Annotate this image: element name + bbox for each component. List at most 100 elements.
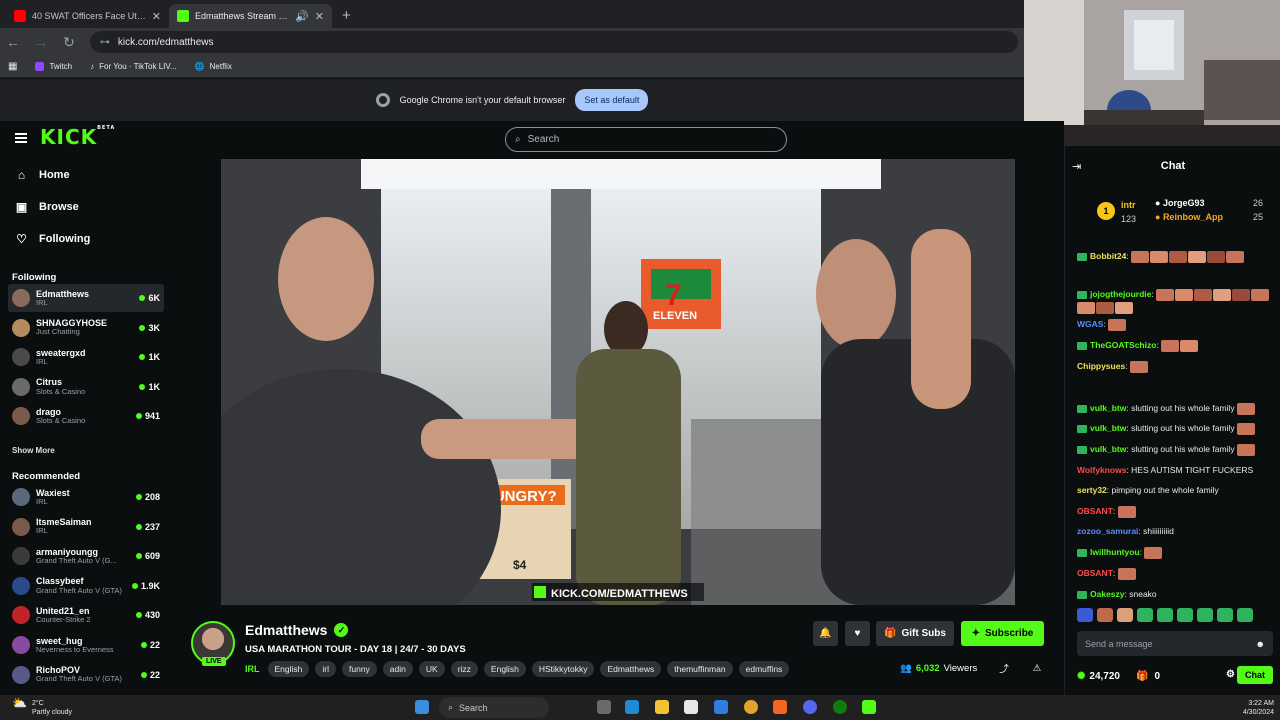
browser-tab-kick[interactable]: Edmatthews Stream - Watch 🔊 ✕ <box>169 4 332 28</box>
gift-subs-button[interactable]: 🎁 Gift Subs <box>876 621 954 646</box>
chrome-icon[interactable] <box>744 700 758 714</box>
stream-tag[interactable]: HStikkytokky <box>531 661 595 677</box>
channel-item[interactable]: United21_en Counter-Strike 2 430 <box>8 601 164 629</box>
edge-icon[interactable] <box>625 700 639 714</box>
reload-icon[interactable]: ↻ <box>62 34 76 51</box>
chat-username[interactable]: Chippysues <box>1077 361 1125 371</box>
settings-icon[interactable]: ⚙ <box>1226 669 1235 680</box>
windows-start-icon[interactable] <box>415 700 429 714</box>
browser-tab-news[interactable]: 40 SWAT Officers Face Utah's D ✕ <box>6 4 169 28</box>
app-icon[interactable] <box>773 700 787 714</box>
emote-icon[interactable] <box>1137 608 1153 622</box>
chat-username[interactable]: Bobbit24 <box>1090 251 1126 261</box>
channel-item[interactable]: Citrus Slots & Casino 1K <box>8 373 164 401</box>
video-player[interactable]: 7 ELEVEN HUNGRY? $4 KICK.COM/EDMATTHEWS <box>221 159 1015 605</box>
channel-item[interactable]: Classybeef Grand Theft Auto V (GTA) 1.9K <box>8 572 164 600</box>
follow-button[interactable]: ♥ <box>845 621 870 646</box>
tab-close-icon[interactable]: ✕ <box>152 10 161 23</box>
taskbar-search[interactable]: ⌕ Search <box>439 697 549 718</box>
nav-following[interactable]: ♡ Following <box>15 232 90 246</box>
tab-close-icon[interactable]: ✕ <box>315 10 324 23</box>
kick-app-icon[interactable] <box>862 700 876 714</box>
url-field[interactable]: ⊶ kick.com/edmatthews <box>89 31 1018 53</box>
system-clock[interactable]: 3:22 AM 4/30/2024 <box>1243 699 1274 717</box>
chat-username[interactable]: lwillhuntyou <box>1090 547 1140 557</box>
emote-icon[interactable] <box>1077 608 1093 622</box>
stream-tag[interactable]: English <box>483 661 526 677</box>
bookmark-netflix[interactable]: 🌐 Netflix <box>195 62 232 71</box>
emote-icon[interactable] <box>1117 608 1133 622</box>
task-view-icon[interactable] <box>597 700 611 714</box>
bookmark-tiktok[interactable]: ♪ For You · TikTok LIV... <box>90 62 177 71</box>
emoji-icon[interactable]: ☻ <box>1256 639 1265 649</box>
share-icon[interactable]: ⤴ <box>999 661 1009 675</box>
stream-tag[interactable]: funny <box>342 661 377 677</box>
chat-input[interactable]: Send a message ☻ <box>1077 631 1273 656</box>
apps-grid-icon[interactable]: ▦ <box>8 61 17 72</box>
chat-username[interactable]: OBSANT <box>1077 568 1113 578</box>
chat-username[interactable]: Wolfyknows <box>1077 465 1126 475</box>
stream-tag[interactable]: rizz <box>450 661 478 677</box>
kick-logo[interactable]: KICKBETA <box>40 125 115 149</box>
chat-username[interactable]: Oakeszy <box>1090 589 1125 599</box>
nav-browse[interactable]: ▣ Browse <box>15 200 79 214</box>
xbox-icon[interactable] <box>833 700 847 714</box>
emote-icon[interactable] <box>1177 608 1193 622</box>
set-as-default-button[interactable]: Set as default <box>575 89 649 111</box>
discord-icon[interactable] <box>803 700 817 714</box>
stream-tag[interactable]: adin <box>382 661 413 677</box>
chat-username[interactable]: vulk_btw <box>1090 444 1126 454</box>
chat-username[interactable]: OBSANT <box>1077 506 1113 516</box>
emote-icon[interactable] <box>1237 608 1253 622</box>
channel-item[interactable]: ItsmeSaiman IRL 237 <box>8 513 164 541</box>
chat-username[interactable]: TheGOATSchizo <box>1090 340 1156 350</box>
channel-item[interactable]: RichoPOV Grand Theft Auto V (GTA) 22 <box>8 661 164 689</box>
channel-item[interactable]: sweatergxd IRL 1K <box>8 343 164 371</box>
streamer-name[interactable]: Edmatthews ✓ <box>245 622 349 638</box>
search-input[interactable]: ⌕ Search <box>505 127 787 152</box>
channel-item[interactable]: armaniyoungg Grand Theft Auto V (G... 609 <box>8 542 164 570</box>
back-icon[interactable]: ← <box>6 34 20 50</box>
subscribe-button[interactable]: ✦ Subscribe <box>961 621 1044 646</box>
chat-username[interactable]: vulk_btw <box>1090 423 1126 433</box>
channel-item[interactable]: SHNAGGYHOSE Just Chatting 3K <box>8 314 164 342</box>
weather-widget[interactable]: ⛅ 2°C Partly cloudy <box>12 697 72 717</box>
chat-username[interactable]: zozoo_samurai <box>1077 526 1138 536</box>
stream-tag[interactable]: edmuffins <box>738 661 790 677</box>
category-link[interactable]: IRL <box>245 664 260 674</box>
channel-item[interactable]: drago Slots & Casino 941 <box>8 402 164 430</box>
menu-icon[interactable] <box>15 133 27 143</box>
file-explorer-icon[interactable] <box>655 700 669 714</box>
mail-icon[interactable] <box>714 700 728 714</box>
nav-home[interactable]: ⌂ Home <box>15 168 70 182</box>
store-icon[interactable] <box>684 700 698 714</box>
stream-tag[interactable]: irl <box>315 661 336 677</box>
notification-button[interactable]: 🔔 <box>813 621 838 646</box>
chat-send-button[interactable]: Chat <box>1237 666 1273 684</box>
new-tab-button[interactable]: + <box>332 4 361 28</box>
stream-tag[interactable]: English <box>267 661 310 677</box>
stream-tag[interactable]: UK <box>418 661 445 677</box>
emote-icon[interactable] <box>1097 608 1113 622</box>
chat-username[interactable]: WGAS <box>1077 319 1103 329</box>
emote-icon[interactable] <box>1157 608 1173 622</box>
chat-username[interactable]: vulk_btw <box>1090 403 1126 413</box>
channel-item[interactable]: sweet_hug Neverness to Everness 22 <box>8 631 164 659</box>
stream-tag[interactable]: themuffinman <box>667 661 733 677</box>
bookmark-twitch[interactable]: Twitch <box>35 62 72 71</box>
emote-icon[interactable] <box>1197 608 1213 622</box>
channel-item[interactable]: Edmatthews IRL 6K <box>8 284 164 312</box>
speaker-icon[interactable]: 🔊 <box>295 10 309 23</box>
report-icon[interactable]: ⚠ <box>1033 663 1042 674</box>
emote-icon[interactable] <box>1217 608 1233 622</box>
stream-tag[interactable]: Edmatthews <box>600 661 662 677</box>
channel-item[interactable]: Waxiest IRL 208 <box>8 483 164 511</box>
gift-count[interactable]: 0 <box>1154 671 1160 682</box>
forward-icon[interactable]: → <box>34 34 48 50</box>
chat-username[interactable]: serty32 <box>1077 485 1107 495</box>
show-more-link[interactable]: Show More <box>12 446 55 455</box>
chat-emote-icon <box>1144 546 1163 559</box>
site-info-icon[interactable]: ⊶ <box>100 37 110 48</box>
points-count[interactable]: 24,720 <box>1089 671 1120 682</box>
chat-username[interactable]: jojogthejourdie <box>1090 289 1151 299</box>
